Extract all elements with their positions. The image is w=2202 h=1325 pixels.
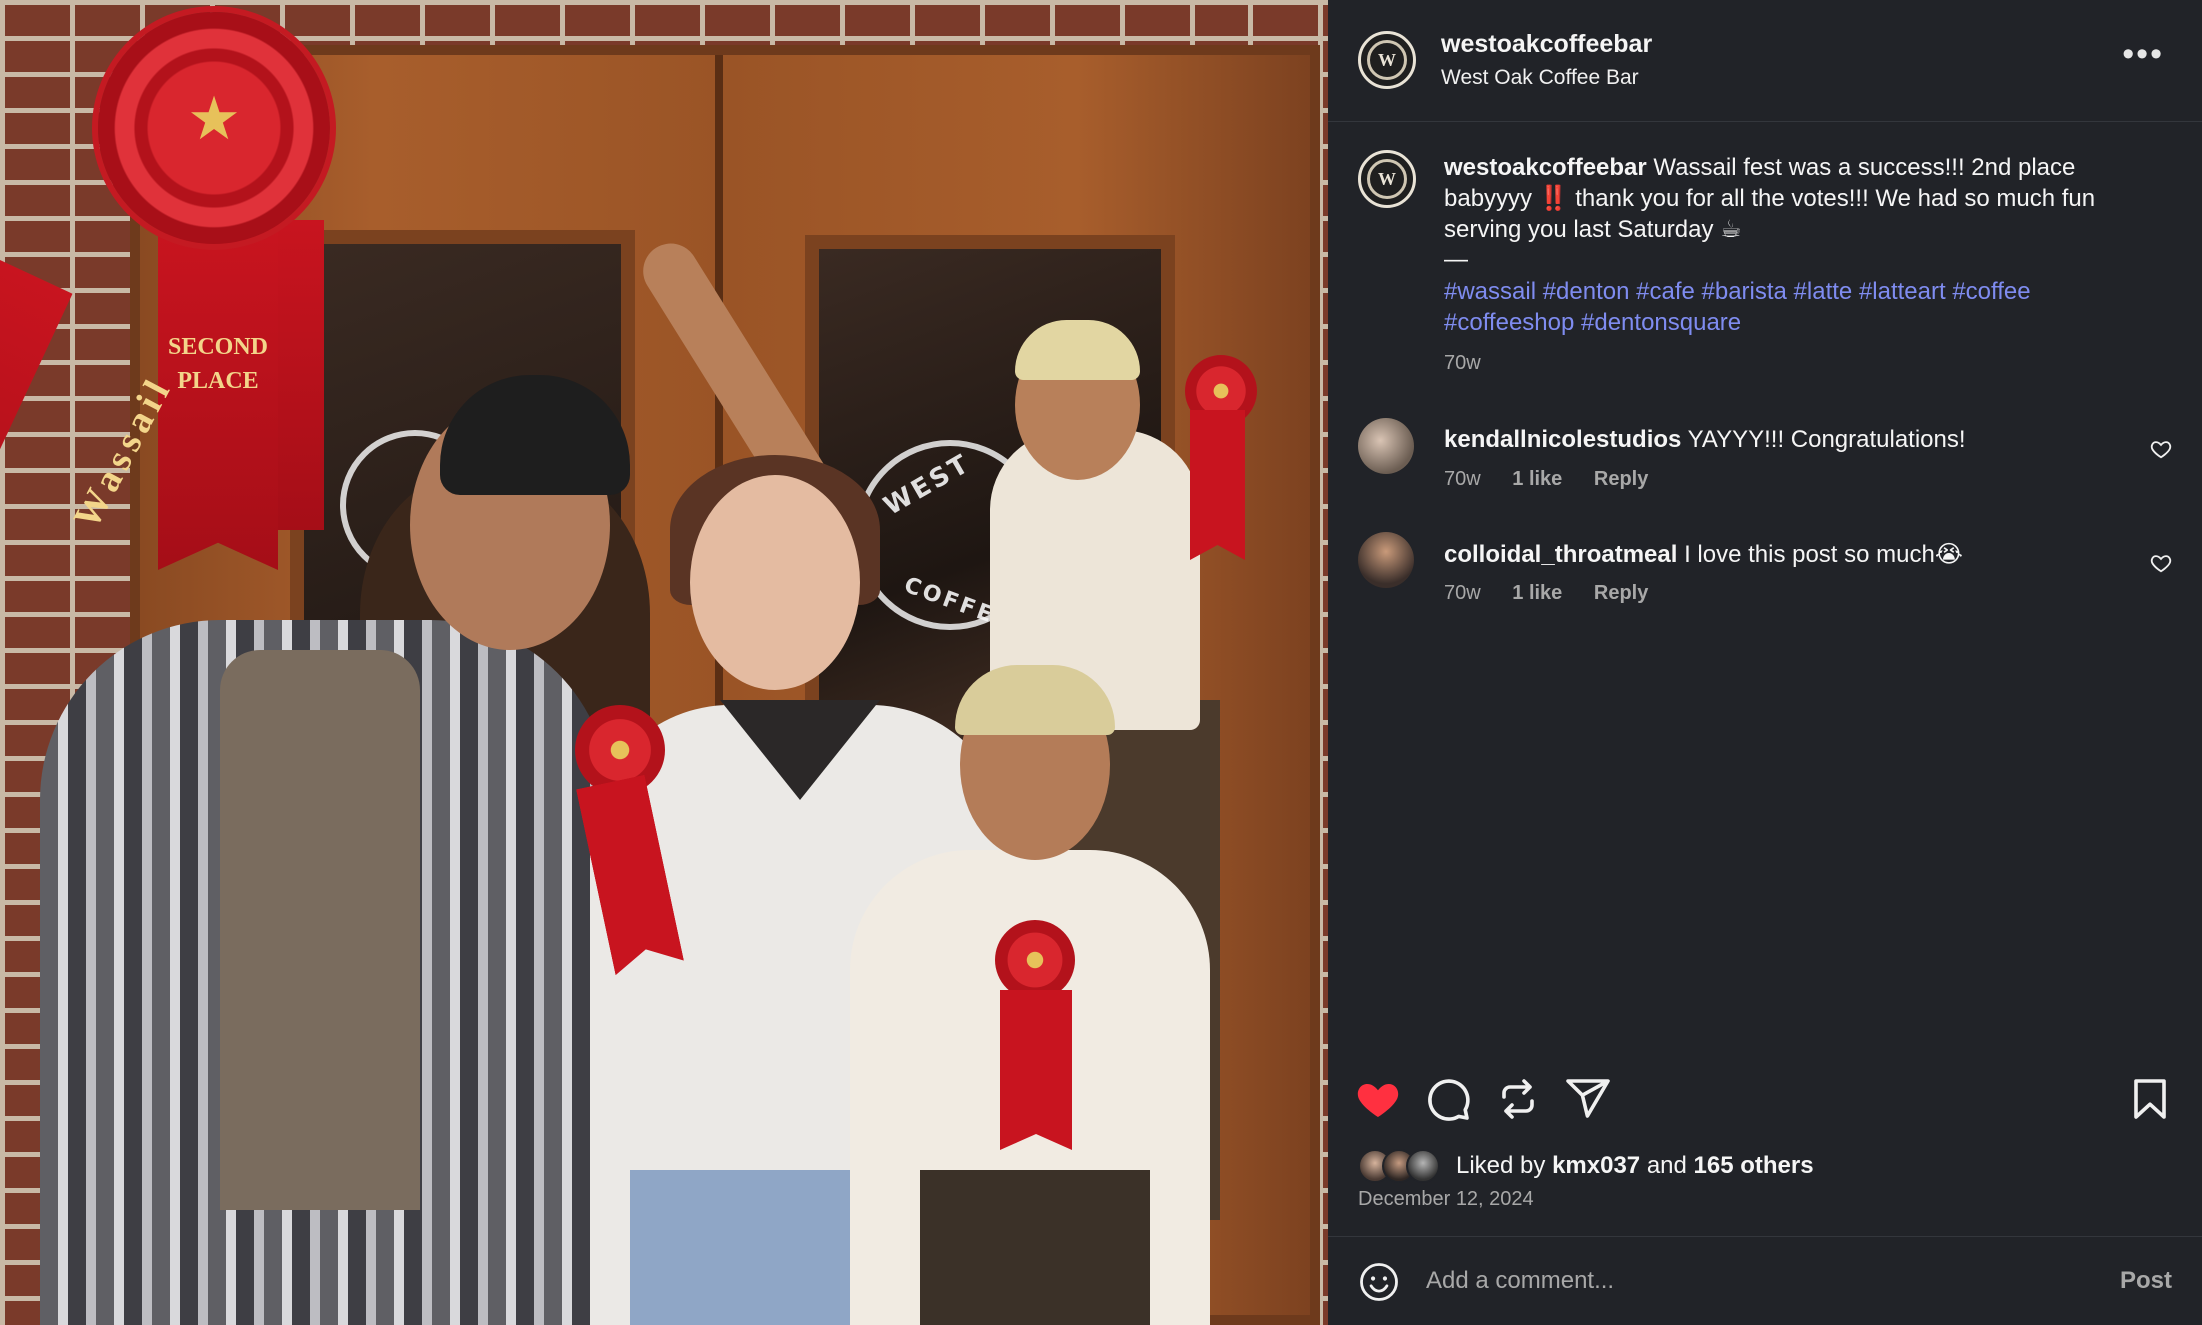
post-header: W westoakcoffeebar West Oak Coffee Bar •… [1328, 0, 2202, 122]
person-1-shirt [220, 650, 420, 1210]
more-options-icon[interactable]: ••• [2122, 37, 2164, 71]
comment-body: kendallnicolestudios YAYYY!!! Congratula… [1444, 426, 1966, 454]
bookmark-icon[interactable] [2126, 1075, 2174, 1123]
header-display-name: West Oak Coffee Bar [1441, 66, 1639, 89]
comment-reply-button[interactable]: Reply [1594, 582, 1648, 604]
ribbon-tail [1000, 990, 1072, 1150]
account-avatar[interactable]: W [1358, 31, 1416, 89]
liker-avatar [1406, 1149, 1440, 1183]
action-bar [1328, 1065, 2202, 1133]
post-detail-panel: W westoakcoffeebar West Oak Coffee Bar •… [1328, 0, 2202, 1325]
big-ribbon-center: SECOND PLACE [158, 230, 278, 570]
likes-text: Liked by kmx037 and 165 others [1456, 1152, 1814, 1180]
comment-likes[interactable]: 1 like [1512, 582, 1562, 604]
avatar-monogram: W [1367, 40, 1407, 80]
heart-filled-icon[interactable] [1354, 1075, 1402, 1123]
avatar-monogram: W [1367, 159, 1407, 199]
repost-icon[interactable] [1494, 1075, 1542, 1123]
comment-composer: Post [1328, 1236, 2202, 1325]
comment-meta: 70w 1 like Reply [1444, 582, 1674, 605]
caption-hashtags[interactable]: #wassail #denton #cafe #barista #latte #… [1444, 276, 2164, 338]
comment-input[interactable] [1426, 1259, 2046, 1303]
caption-age[interactable]: 70w [1444, 352, 1481, 375]
commenter-avatar[interactable] [1358, 532, 1414, 588]
caption-dash: — [1444, 246, 1468, 273]
caption-username[interactable]: westoakcoffeebar [1444, 154, 1647, 181]
big-rosette-icon [98, 12, 330, 244]
comment-text: YAYYY!!! Congratulations! [1687, 426, 1966, 453]
comment-like-icon[interactable] [2150, 552, 2172, 574]
header-username[interactable]: westoakcoffeebar [1441, 30, 1652, 59]
comment-likes[interactable]: 1 like [1512, 468, 1562, 490]
emoji-icon[interactable] [1358, 1261, 1400, 1303]
comment-body: colloidal_throatmeal I love this post so… [1444, 540, 1963, 569]
comment-age[interactable]: 70w [1444, 468, 1481, 490]
post-photo[interactable]: WEST COFFEE BA SECOND PLACE Wassail [0, 0, 1328, 1325]
likes-prefix: Liked by [1456, 1152, 1546, 1179]
comment-text: I love this post so much😭 [1684, 541, 1963, 568]
caption-avatar[interactable]: W [1358, 150, 1416, 208]
post-caption: westoakcoffeebar Wassail fest was a succ… [1444, 152, 2164, 245]
post-comment-button[interactable]: Post [2120, 1267, 2172, 1295]
comment-username[interactable]: kendallnicolestudios [1444, 426, 1681, 453]
likes-others[interactable]: 165 others [1694, 1152, 1814, 1179]
comment-like-icon[interactable] [2150, 438, 2172, 460]
comment-item: colloidal_throatmeal I love this post so… [1328, 532, 2202, 632]
comment-reply-button[interactable]: Reply [1594, 468, 1648, 490]
rosette-icon [995, 920, 1075, 1000]
ribbon-tail [1190, 410, 1245, 560]
person-2-head [690, 475, 860, 690]
comment-item: kendallnicolestudios YAYYY!!! Congratula… [1328, 418, 2202, 518]
likes-and: and [1646, 1152, 1687, 1179]
likes-user[interactable]: kmx037 [1552, 1152, 1640, 1179]
likes-summary[interactable]: Liked by kmx037 and 165 others [1358, 1148, 1814, 1184]
comment-age[interactable]: 70w [1444, 582, 1481, 604]
big-ribbon-right-tail [272, 220, 324, 530]
commenter-avatar[interactable] [1358, 418, 1414, 474]
comment-icon[interactable] [1424, 1075, 1472, 1123]
comment-username[interactable]: colloidal_throatmeal [1444, 541, 1677, 568]
share-icon[interactable] [1564, 1075, 1612, 1123]
comment-meta: 70w 1 like Reply [1444, 468, 1674, 491]
person-4-pants [920, 1170, 1150, 1325]
post-date[interactable]: December 12, 2024 [1358, 1188, 1534, 1211]
